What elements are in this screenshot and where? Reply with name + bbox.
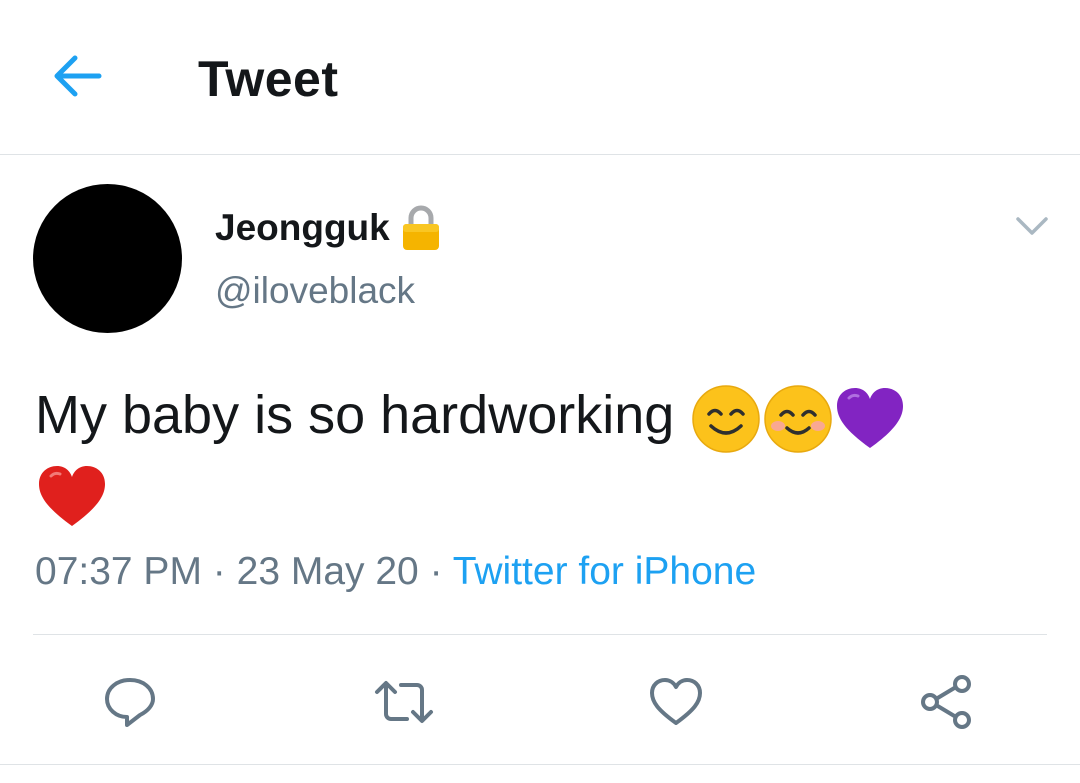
purple-heart-icon bbox=[835, 384, 905, 454]
red-heart-icon bbox=[37, 462, 107, 532]
smiling-face-icon bbox=[763, 384, 833, 454]
reply-button[interactable] bbox=[98, 670, 162, 734]
like-icon bbox=[650, 678, 702, 725]
retweet-button[interactable] bbox=[372, 670, 436, 734]
tweet-date: 23 May 20 bbox=[236, 550, 419, 593]
arrow-left-icon bbox=[54, 55, 102, 97]
lock-icon bbox=[400, 205, 442, 251]
tweet-body: My baby is so hardworking bbox=[35, 376, 1045, 532]
back-button[interactable] bbox=[42, 46, 112, 106]
like-button[interactable] bbox=[644, 670, 708, 734]
tweet-text: My baby is so hardworking bbox=[35, 385, 675, 445]
retweet-icon bbox=[375, 681, 433, 723]
top-app-bar: Tweet bbox=[0, 0, 1080, 155]
avatar[interactable] bbox=[33, 184, 182, 333]
tweet-source-link[interactable]: Twitter for iPhone bbox=[453, 550, 756, 593]
meta-separator: · bbox=[429, 550, 443, 593]
share-icon bbox=[921, 675, 971, 729]
page-title: Tweet bbox=[198, 51, 339, 107]
user-handle[interactable]: @iloveblack bbox=[215, 270, 415, 312]
tweet-options-button[interactable] bbox=[1012, 206, 1052, 246]
tweet-action-bar bbox=[0, 660, 1080, 740]
divider bbox=[0, 764, 1080, 765]
tweet-metadata: 07:37 PM · 23 May 20 · Twitter for iPhon… bbox=[35, 550, 756, 594]
tweet-time: 07:37 PM bbox=[35, 550, 202, 593]
share-button[interactable] bbox=[914, 670, 978, 734]
display-name[interactable]: Jeongguk bbox=[215, 207, 390, 249]
author-name-row[interactable]: Jeongguk bbox=[215, 205, 442, 251]
smiling-face-icon bbox=[691, 384, 761, 454]
reply-icon bbox=[105, 678, 155, 727]
divider bbox=[33, 634, 1047, 635]
meta-separator: · bbox=[212, 550, 226, 593]
chevron-down-icon bbox=[1016, 217, 1048, 235]
